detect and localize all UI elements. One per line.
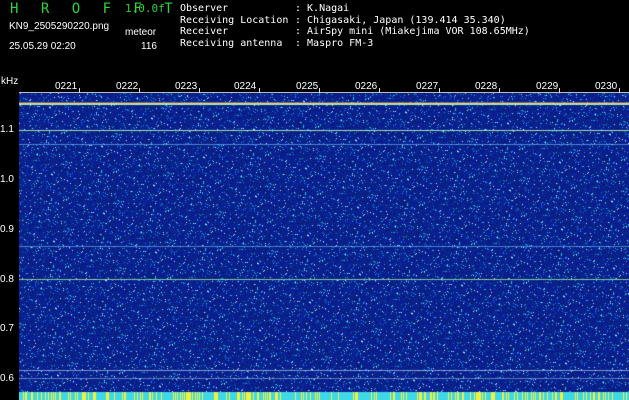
spectrogram [19, 93, 629, 400]
info-row-observer: Observer: K.Nagai [180, 3, 350, 14]
file-name: KN9_2505290220.png [9, 21, 110, 32]
time-label-0222: 0222 [116, 81, 139, 92]
info-row-receiver: Receiver: AirSpy mini (Miakejima VOR 108… [180, 26, 530, 37]
time-label-0224: 0224 [234, 81, 257, 92]
y-label-1-0: 1.0 [0, 174, 14, 185]
time-label-0221: 0221 [55, 81, 78, 92]
frequency-unit: kHz [1, 76, 19, 87]
y-label-0-8: 0.8 [0, 274, 14, 285]
station-info: Observer: K.Nagai Receiving Location: Ch… [180, 3, 530, 49]
time-label-0230: 0230 [595, 81, 618, 92]
y-label-0-9: 0.9 [0, 224, 14, 235]
version-label: 1.0.0f [125, 2, 165, 15]
time-label-0225: 0225 [296, 81, 319, 92]
info-row-antenna: Receiving antenna: Maspro FM-3 [180, 37, 374, 49]
header-panel: H R O F F T 1.0.0f KN9_2505290220.png me… [0, 0, 629, 76]
time-label-0226: 0226 [355, 81, 378, 92]
meteor-count: 116 [141, 41, 157, 52]
time-label-0229: 0229 [536, 81, 559, 92]
time-label-0228: 0228 [475, 81, 498, 92]
info-row-location: Receiving Location: Chigasaki, Japan (13… [180, 14, 506, 26]
time-label-0227: 0227 [416, 81, 439, 92]
datetime: 25.05.29 02:20 [9, 41, 76, 52]
meteor-label: meteor [125, 27, 157, 38]
y-label-1-1: 1.1 [0, 124, 14, 135]
y-label-0-7: 0.7 [0, 323, 14, 334]
y-label-0-6: 0.6 [0, 373, 14, 384]
time-label-0223: 0223 [175, 81, 198, 92]
